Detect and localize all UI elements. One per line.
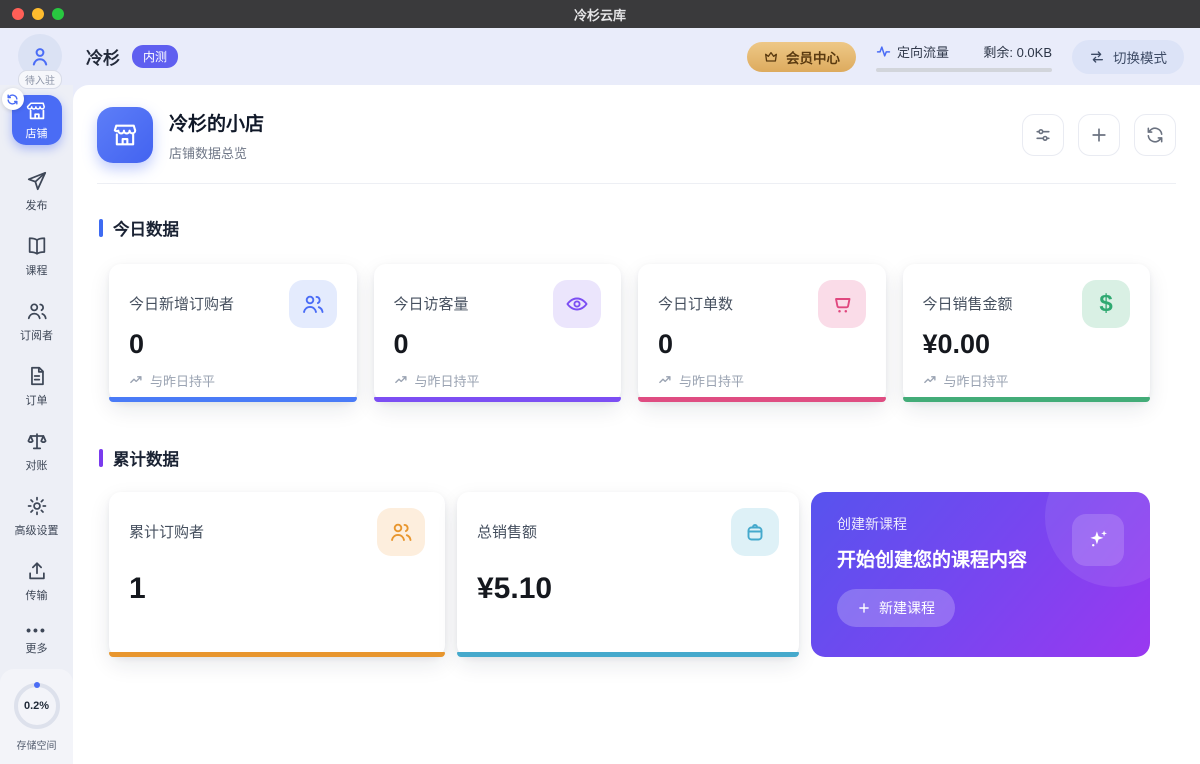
shop-badge: [97, 107, 153, 163]
sidebar-item-more[interactable]: ••• 更多: [0, 614, 73, 667]
sync-icon: [6, 93, 19, 106]
traffic-label: 定向流量: [897, 42, 949, 61]
page-subtitle: 店铺数据总览: [169, 143, 264, 162]
traffic-meter: 定向流量 剩余: 0.0KB: [876, 42, 1052, 72]
status-badge: 待入驻: [18, 70, 62, 89]
sidebar-item-shop[interactable]: 店铺: [12, 95, 62, 145]
sidebar-item-publish[interactable]: 发布: [0, 159, 73, 224]
traffic-lights: [12, 8, 64, 20]
section-accent-bar: [99, 219, 103, 237]
bag-icon: [731, 508, 779, 556]
activity-icon: [876, 44, 891, 59]
sidebar-item-label: 店铺: [26, 125, 48, 141]
section-accent-bar: [99, 449, 103, 467]
card-accent-bar: [638, 397, 886, 402]
switch-mode-button[interactable]: 切换模式: [1072, 40, 1184, 74]
dollar-icon: $: [1082, 280, 1130, 328]
membership-center-button[interactable]: 会员中心: [747, 42, 856, 72]
stat-card-sales[interactable]: 今日销售金额 $ ¥0.00 与昨日持平: [903, 264, 1151, 402]
card-accent-bar: [109, 397, 357, 402]
sidebar-item-courses[interactable]: 课程: [0, 224, 73, 289]
stat-card-orders[interactable]: 今日订单数 0 与昨日持平: [638, 264, 886, 402]
trend-up-icon: [658, 373, 673, 388]
window-title: 冷杉云库: [574, 5, 626, 24]
sidebar-item-transfer[interactable]: 传输: [0, 549, 73, 614]
stat-card-new-buyers[interactable]: 今日新增订购者 0 与昨日持平: [109, 264, 357, 402]
sync-badge[interactable]: [2, 88, 24, 110]
eye-icon: [553, 280, 601, 328]
storage-percent: 0.2%: [24, 700, 49, 712]
person-icon: [28, 44, 52, 68]
sidebar-item-orders[interactable]: 订单: [0, 354, 73, 419]
window-titlebar: 冷杉云库: [0, 0, 1200, 28]
sidebar-item-advanced-settings[interactable]: 高级设置: [0, 484, 73, 549]
sidebar-item-reconciliation[interactable]: 对账: [0, 419, 73, 484]
storage-progress-ring: 0.2%: [14, 683, 60, 729]
book-icon: [26, 235, 48, 257]
card-accent-bar: [109, 652, 445, 657]
section-title-total: 累计数据: [99, 446, 1176, 470]
people-icon: [26, 300, 48, 322]
refresh-icon: [1145, 125, 1165, 145]
sidebar-item-subscribers[interactable]: 订阅者: [0, 289, 73, 354]
page-title: 冷杉的小店: [169, 109, 264, 136]
filter-settings-button[interactable]: [1022, 114, 1064, 156]
storage-widget: 0.2% 存储空间: [0, 669, 73, 764]
trend-up-icon: [129, 373, 144, 388]
cart-icon: [818, 280, 866, 328]
scales-icon: [26, 430, 48, 452]
user-avatar[interactable]: 待入驻: [16, 34, 64, 82]
section-title-today: 今日数据: [99, 216, 1176, 240]
storefront-icon: [111, 121, 139, 149]
card-accent-bar: [374, 397, 622, 402]
sparkle-icon: [1072, 514, 1124, 566]
card-accent-bar: [457, 652, 799, 657]
minimize-window-button[interactable]: [32, 8, 44, 20]
close-window-button[interactable]: [12, 8, 24, 20]
card-accent-bar: [903, 397, 1151, 402]
crown-icon: [763, 49, 779, 65]
sliders-icon: [1033, 125, 1053, 145]
stat-card-total-buyers[interactable]: 累计订购者 1: [109, 492, 445, 657]
storage-progress-dot: [34, 682, 40, 688]
traffic-progressbar: [876, 68, 1052, 72]
stat-card-visitors[interactable]: 今日访客量 0 与昨日持平: [374, 264, 622, 402]
refresh-button[interactable]: [1134, 114, 1176, 156]
new-course-button[interactable]: 新建课程: [837, 589, 955, 627]
people-icon: [289, 280, 337, 328]
traffic-remaining: 剩余: 0.0KB: [983, 42, 1052, 61]
add-button[interactable]: [1078, 114, 1120, 156]
plus-icon: [857, 601, 871, 615]
sidebar: 店铺 发布 课程 订阅者: [0, 85, 73, 764]
document-icon: [26, 365, 48, 387]
people-icon: [377, 508, 425, 556]
plus-icon: [1089, 125, 1109, 145]
username: 冷杉: [86, 44, 120, 69]
total-stats-grid: 累计订购者 1 总销售额: [109, 492, 1150, 657]
app-header: 待入驻 冷杉 内测 会员中心 定向流量 剩余: 0.0KB: [0, 28, 1200, 85]
storage-label: 存储空间: [17, 737, 57, 752]
shop-panel-header: 冷杉的小店 店铺数据总览: [97, 107, 1176, 184]
trend-up-icon: [923, 373, 938, 388]
main-panel: 冷杉的小店 店铺数据总览: [73, 85, 1200, 764]
trend-up-icon: [394, 373, 409, 388]
stat-card-total-sales[interactable]: 总销售额 ¥5.10: [457, 492, 799, 657]
ellipsis-icon: •••: [26, 625, 47, 635]
gear-icon: [26, 495, 48, 517]
upload-icon: [26, 560, 48, 582]
today-stats-grid: 今日新增订购者 0 与昨日持平: [109, 264, 1150, 402]
swap-arrows-icon: [1089, 49, 1105, 65]
beta-badge: 内测: [132, 45, 178, 68]
paper-plane-icon: [26, 170, 48, 192]
storefront-icon: [26, 100, 48, 122]
zoom-window-button[interactable]: [52, 8, 64, 20]
create-course-card[interactable]: 创建新课程 开始创建您的课程内容 新建课程: [811, 492, 1150, 657]
